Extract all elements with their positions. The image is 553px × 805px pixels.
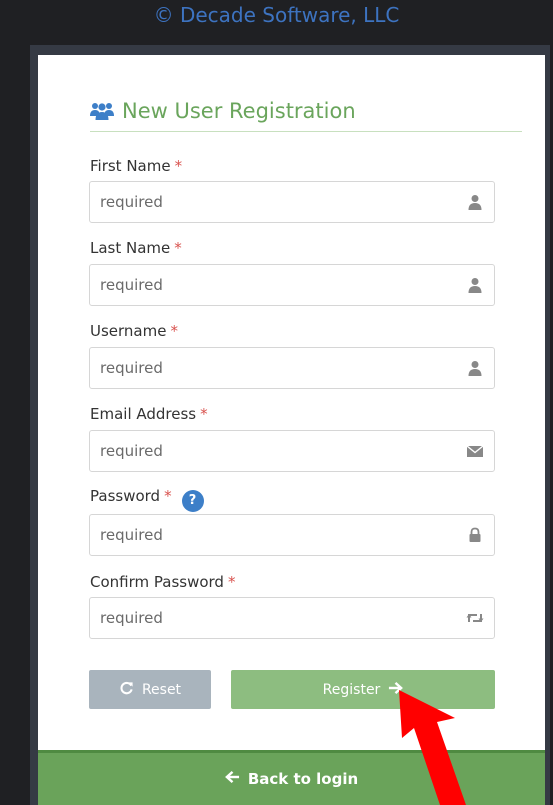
back-to-login-label: Back to login: [247, 770, 359, 788]
reset-button-label: Reset: [141, 681, 182, 698]
arrow-left-icon: [224, 770, 240, 788]
register-button-label: Register: [322, 681, 381, 698]
last-name-input[interactable]: [90, 265, 450, 305]
register-button[interactable]: Register: [231, 670, 495, 709]
email-label: Email Address *: [90, 405, 208, 423]
user-icon: [466, 359, 484, 377]
required-asterisk: *: [170, 322, 178, 340]
arrow-right-icon: [388, 681, 404, 699]
username-input[interactable]: [90, 348, 450, 388]
password-label: Password *?: [90, 486, 204, 512]
retweet-icon: [466, 609, 484, 627]
last-name-label: Last Name *: [90, 239, 182, 257]
confirm-password-field: [89, 597, 495, 639]
envelope-icon: [466, 442, 484, 460]
required-asterisk: *: [174, 239, 182, 257]
back-to-login-link[interactable]: Back to login: [38, 750, 545, 805]
confirm-password-input[interactable]: [90, 598, 450, 638]
last-name-field: [89, 264, 495, 306]
required-asterisk: *: [200, 405, 208, 423]
reset-button[interactable]: Reset: [89, 670, 211, 709]
first-name-input[interactable]: [90, 182, 450, 222]
password-input[interactable]: [90, 515, 450, 555]
confirm-password-label: Confirm Password *: [90, 573, 236, 591]
password-field: [89, 514, 495, 556]
first-name-label: First Name *: [90, 157, 183, 175]
username-field: [89, 347, 495, 389]
lock-icon: [466, 526, 484, 544]
copyright-text: © Decade Software, LLC: [153, 3, 400, 27]
username-label: Username *: [90, 322, 178, 340]
users-icon: [90, 99, 114, 129]
user-icon: [466, 276, 484, 294]
form-title-text: New User Registration: [122, 99, 356, 123]
user-icon: [466, 193, 484, 211]
email-input[interactable]: [90, 431, 450, 471]
form-title: New User Registration: [90, 96, 522, 132]
refresh-icon: [119, 680, 134, 699]
password-help-icon[interactable]: ?: [181, 490, 204, 512]
required-asterisk: *: [227, 573, 236, 591]
required-asterisk: *: [164, 487, 172, 505]
first-name-field: [89, 181, 495, 223]
required-asterisk: *: [174, 157, 183, 175]
email-field: [89, 430, 495, 472]
